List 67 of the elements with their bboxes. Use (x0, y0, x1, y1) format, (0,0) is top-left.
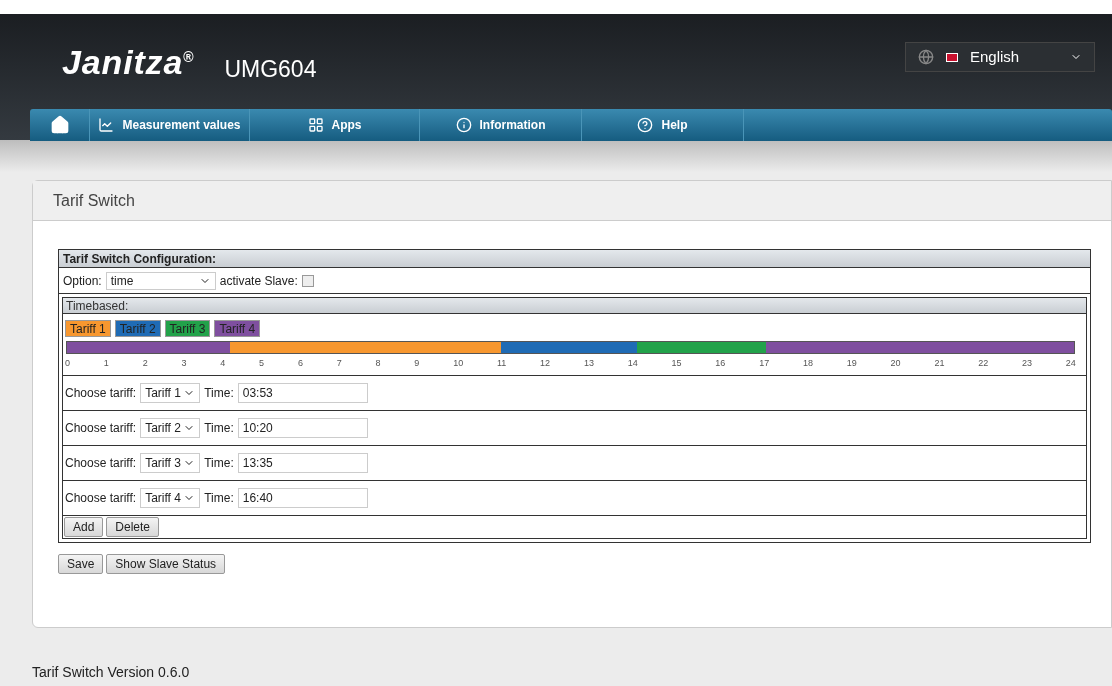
version-text: Tarif Switch Version 0.6.0 (32, 664, 190, 680)
time-label: Time: (204, 419, 234, 437)
choose-tariff-label: Choose tariff: (65, 454, 137, 472)
hour-label: 0 (65, 357, 70, 370)
logo: Janitza$^{®}$ (62, 42, 195, 83)
hour-label: 15 (671, 357, 682, 370)
globe-icon (918, 49, 934, 65)
tariff-legend-tag: Tariff 2 (114, 320, 161, 337)
save-button[interactable]: Save (58, 553, 104, 574)
time-label: Time: (204, 384, 234, 402)
home-icon (49, 115, 70, 135)
help-icon (637, 117, 654, 133)
hour-label: 10 (453, 357, 464, 370)
section-title: Tarif Switch Configuration: (63, 250, 217, 268)
delete-button[interactable]: Delete (106, 516, 160, 537)
add-button[interactable]: Add (64, 516, 104, 537)
choose-tariff-label: Choose tariff: (65, 384, 137, 402)
hour-label: 19 (846, 357, 857, 370)
slave-status-button[interactable]: Show Slave Status (106, 553, 226, 574)
language-dropdown[interactable]: English (905, 42, 1095, 72)
tariff-legend-tag: Tariff 1 (65, 320, 111, 337)
hour-label: 17 (759, 357, 770, 370)
panel-title: Tarif Switch (53, 190, 135, 211)
hour-label: 5 (259, 357, 265, 370)
hour-label: 13 (583, 357, 594, 370)
option-label: Option: (63, 272, 102, 290)
hour-label: 24 (1065, 357, 1076, 370)
hour-label: 1 (103, 357, 109, 370)
time-label: Time: (204, 454, 234, 472)
hour-label: 9 (414, 357, 420, 370)
hour-label: 23 (1022, 357, 1033, 370)
grid-icon (307, 117, 324, 133)
hour-label: 22 (978, 357, 989, 370)
option-dropdown[interactable]: time (105, 271, 216, 290)
hour-label: 12 (540, 357, 551, 370)
slave-label: activate Slave: (219, 272, 298, 290)
choose-tariff-label: Choose tariff: (65, 489, 137, 507)
hour-label: 8 (375, 357, 381, 370)
tariff-dropdown[interactable]: Tariff 2 (140, 417, 201, 438)
hour-label: 2 (142, 357, 148, 370)
hour-label: 6 (297, 357, 303, 370)
hour-label: 4 (220, 357, 226, 370)
time-input[interactable]: 10:20 (237, 417, 368, 438)
hour-label: 3 (181, 357, 187, 370)
hour-label: 20 (890, 357, 901, 370)
flag-icon (946, 52, 958, 62)
time-input[interactable]: 03:53 (237, 382, 368, 403)
section-title: Timebased: (66, 297, 129, 315)
slave-checkbox[interactable] (301, 274, 314, 287)
chart-icon (98, 117, 115, 133)
hour-label: 7 (336, 357, 342, 370)
tariff-dropdown[interactable]: Tariff 1 (140, 382, 201, 403)
time-input[interactable]: 16:40 (237, 487, 368, 508)
tariff-legend-tag: Tariff 4 (214, 320, 261, 337)
hour-label: 11 (496, 357, 507, 370)
tariff-legend-tag: Tariff 3 (164, 320, 211, 337)
hour-label: 14 (627, 357, 638, 370)
time-label: Time: (204, 489, 234, 507)
tariff-dropdown[interactable]: Tariff 4 (140, 487, 201, 508)
hour-label: 18 (802, 357, 813, 370)
choose-tariff-label: Choose tariff: (65, 419, 137, 437)
hour-label: 21 (934, 357, 945, 370)
info-icon (455, 117, 472, 133)
time-input[interactable]: 13:35 (237, 452, 368, 473)
tariff-dropdown[interactable]: Tariff 3 (140, 452, 201, 473)
hour-label: 16 (715, 357, 726, 370)
device-name: UMG604 (224, 54, 317, 84)
